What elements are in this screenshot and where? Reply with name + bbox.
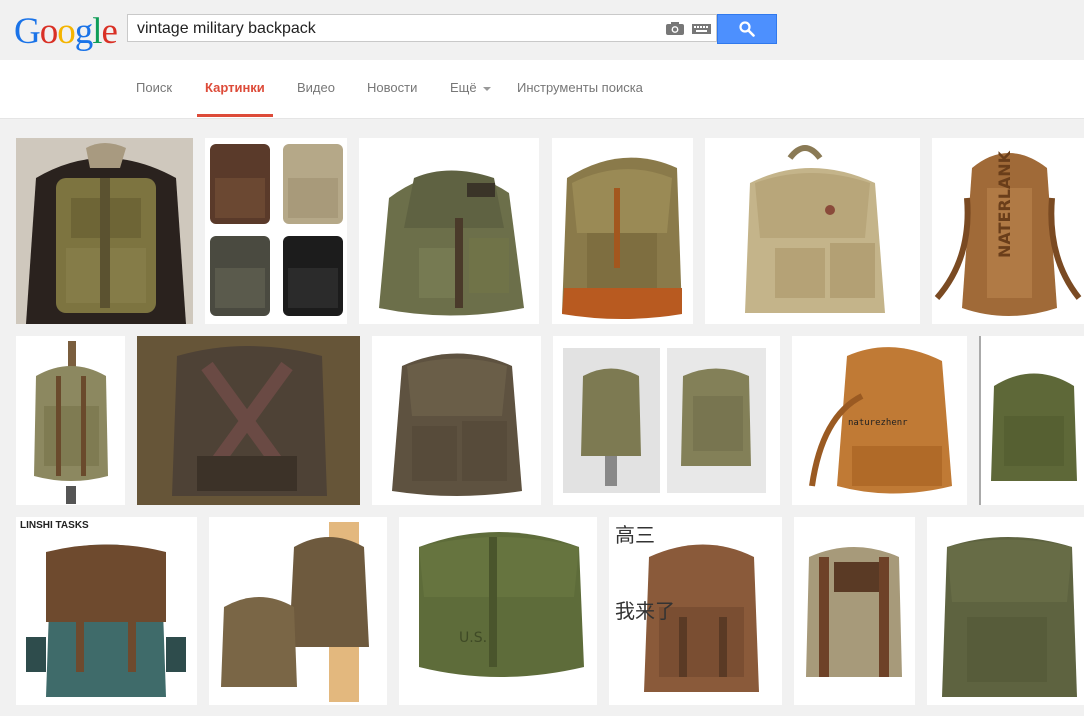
backpack-image <box>794 517 915 705</box>
backpack-image <box>372 336 541 505</box>
backpack-image <box>16 138 193 324</box>
logo-letter: g <box>74 11 93 52</box>
backpack-image <box>16 336 125 505</box>
brand-mark: NATERLANK <box>995 150 1014 258</box>
tab-images[interactable]: Картинки <box>205 80 265 95</box>
image-result[interactable] <box>209 517 387 705</box>
backpack-image <box>552 138 693 324</box>
image-result[interactable] <box>16 336 125 505</box>
backpack-image <box>359 138 539 324</box>
backpack-image <box>553 336 780 505</box>
logo-letter: o <box>57 11 75 52</box>
backpack-image <box>927 517 1084 705</box>
backpack-image <box>205 138 347 324</box>
image-result[interactable] <box>205 138 347 324</box>
image-result[interactable]: 高三 我来了 <box>609 517 782 705</box>
image-result[interactable] <box>16 138 193 324</box>
camera-icon[interactable] <box>666 22 684 35</box>
tab-search-tools[interactable]: Инструменты поиска <box>517 80 643 95</box>
search-button[interactable] <box>717 14 777 44</box>
keyboard-icon[interactable] <box>692 24 711 34</box>
image-result[interactable] <box>372 336 541 505</box>
tab-news[interactable]: Новости <box>367 80 417 95</box>
tab-search[interactable]: Поиск <box>136 80 172 95</box>
logo-letter: G <box>14 11 41 52</box>
backpack-image: U.S. <box>399 517 597 705</box>
logo-letter: l <box>92 11 102 52</box>
image-result[interactable] <box>927 517 1084 705</box>
backpack-image <box>705 138 920 324</box>
search-icon <box>739 21 755 37</box>
image-result[interactable] <box>705 138 920 324</box>
backpack-image <box>16 517 197 705</box>
search-input[interactable] <box>137 19 637 39</box>
watermark-text: naturezhenr <box>848 418 908 428</box>
stamp-mark: U.S. <box>459 630 487 646</box>
tab-more-label: Ещё <box>450 80 477 95</box>
logo-letter: o <box>39 11 58 52</box>
caption-text-1: 高三 <box>615 523 655 547</box>
image-result[interactable]: LINSHI TASKS <box>16 517 197 705</box>
image-result[interactable]: naturezhenr <box>792 336 967 505</box>
tab-more[interactable]: Ещё <box>450 80 491 95</box>
caption-text-2: 我来了 <box>615 599 675 623</box>
image-result[interactable] <box>137 336 360 505</box>
logo-letter: e <box>101 11 118 52</box>
active-tab-indicator <box>197 114 273 117</box>
image-result[interactable] <box>552 138 693 324</box>
search-box <box>127 14 717 42</box>
tab-video[interactable]: Видео <box>297 80 335 95</box>
header: Google <box>0 0 1084 60</box>
image-result[interactable] <box>979 336 1084 505</box>
backpack-image <box>209 517 387 705</box>
google-logo[interactable]: Google <box>14 10 118 53</box>
image-result[interactable] <box>553 336 780 505</box>
image-result[interactable]: NATERLANK <box>932 138 1084 324</box>
image-result[interactable] <box>359 138 539 324</box>
image-result[interactable] <box>794 517 915 705</box>
image-results-grid: NATERLANK naturezhenr LINSHI TASKS U.S. … <box>0 119 1084 716</box>
brand-label: LINSHI TASKS <box>20 520 89 531</box>
search-tabs-bar: Поиск Картинки Видео Новости Ещё Инструм… <box>0 60 1084 119</box>
image-result[interactable]: U.S. <box>399 517 597 705</box>
backpack-image <box>979 336 1084 505</box>
backpack-image <box>137 336 360 505</box>
chevron-down-icon <box>482 86 491 91</box>
backpack-image: NATERLANK <box>932 138 1084 324</box>
